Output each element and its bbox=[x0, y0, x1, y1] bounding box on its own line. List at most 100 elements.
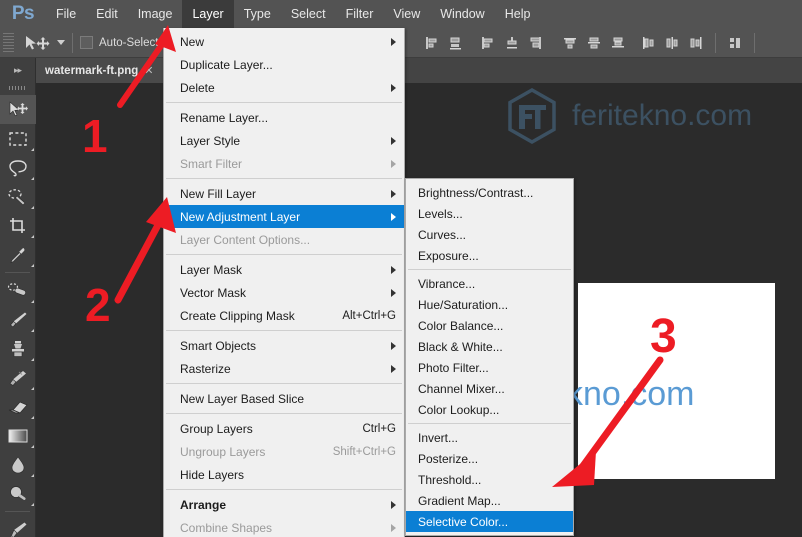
distribute-left-icon[interactable] bbox=[636, 32, 660, 54]
menu-file[interactable]: File bbox=[46, 0, 86, 28]
layer-menu-item-vector-mask[interactable]: Vector Mask bbox=[164, 281, 404, 304]
annotation-number-2: 2 bbox=[85, 279, 111, 331]
tool-history-brush[interactable] bbox=[0, 363, 36, 392]
menu-layer[interactable]: Layer bbox=[182, 0, 234, 28]
layer-menu-item-hide-layers[interactable]: Hide Layers bbox=[164, 463, 404, 486]
adjustment-item-vibrance[interactable]: Vibrance... bbox=[406, 273, 573, 294]
layer-menu-item-new-fill-layer[interactable]: New Fill Layer bbox=[164, 182, 404, 205]
menu-item-label: Group Layers bbox=[180, 421, 253, 436]
distribute-right-icon[interactable] bbox=[684, 32, 708, 54]
adjustment-item-hue-saturation[interactable]: Hue/Saturation... bbox=[406, 294, 573, 315]
submenu-separator bbox=[408, 269, 571, 270]
photoshop-window: Ps File Edit Image Layer Type Select Fil… bbox=[0, 0, 802, 537]
menu-type[interactable]: Type bbox=[234, 0, 281, 28]
tool-rectangular-marquee[interactable] bbox=[0, 124, 36, 153]
tool-expand-corner-icon bbox=[31, 445, 34, 448]
layer-menu-item-rename-layer[interactable]: Rename Layer... bbox=[164, 106, 404, 129]
menu-item-label: Combine Shapes bbox=[180, 520, 273, 535]
distribute-bottom-icon[interactable] bbox=[606, 32, 630, 54]
menu-help[interactable]: Help bbox=[495, 0, 541, 28]
align-top-edges-icon[interactable] bbox=[500, 32, 524, 54]
align-right-edges-icon[interactable] bbox=[476, 32, 500, 54]
adjustment-item-selective-color[interactable]: Selective Color... bbox=[406, 511, 573, 532]
layer-menu-item-arrange[interactable]: Arrange bbox=[164, 493, 404, 516]
layer-menu-item-new-layer-based-slice[interactable]: New Layer Based Slice bbox=[164, 387, 404, 410]
tool-gradient[interactable] bbox=[0, 421, 36, 450]
menu-separator bbox=[166, 383, 402, 384]
menu-item-label: Duplicate Layer... bbox=[180, 57, 273, 72]
chevron-right-icon bbox=[391, 136, 396, 145]
menu-filter[interactable]: Filter bbox=[336, 0, 384, 28]
layer-menu-item-layer-content-options: Layer Content Options... bbox=[164, 228, 404, 251]
menu-item-label: Ungroup Layers bbox=[180, 444, 266, 459]
tool-dodge[interactable] bbox=[0, 479, 36, 508]
auto-align-icon[interactable] bbox=[723, 32, 747, 54]
adjustment-item-black-white[interactable]: Black & White... bbox=[406, 336, 573, 357]
tool-preset-chevron-down-icon[interactable] bbox=[57, 40, 65, 45]
adjustment-item-levels[interactable]: Levels... bbox=[406, 203, 573, 224]
tool-eyedropper[interactable] bbox=[0, 240, 36, 269]
layer-menu-item-delete[interactable]: Delete bbox=[164, 76, 404, 99]
auto-select-checkbox[interactable] bbox=[80, 36, 93, 49]
distribute-top-icon[interactable] bbox=[558, 32, 582, 54]
adjustment-item-color-lookup[interactable]: Color Lookup... bbox=[406, 399, 573, 420]
submenu-item-label: Brightness/Contrast... bbox=[418, 185, 534, 200]
ft-hexagon-logo bbox=[508, 88, 556, 144]
menu-separator bbox=[166, 413, 402, 414]
menu-item-shortcut: Alt+Ctrl+G bbox=[342, 309, 396, 322]
align-horizontal-centers-icon[interactable] bbox=[444, 32, 468, 54]
tool-quick-selection[interactable] bbox=[0, 182, 36, 211]
tool-spot-healing-brush[interactable] bbox=[0, 276, 36, 305]
layer-menu-item-new-adjustment-layer[interactable]: New Adjustment Layer bbox=[164, 205, 404, 228]
tool-blur[interactable] bbox=[0, 450, 36, 479]
tools-panel-grip[interactable] bbox=[0, 83, 35, 93]
align-vertical-centers-icon[interactable] bbox=[524, 32, 548, 54]
tool-expand-corner-icon bbox=[31, 235, 34, 238]
distribute-horizontal-center-icon[interactable] bbox=[660, 32, 684, 54]
adjustment-item-gradient-map[interactable]: Gradient Map... bbox=[406, 490, 573, 511]
menu-separator bbox=[166, 489, 402, 490]
tool-clone-stamp[interactable] bbox=[0, 334, 36, 363]
layer-menu-item-layer-mask[interactable]: Layer Mask bbox=[164, 258, 404, 281]
document-tab[interactable]: watermark-ft.png ✕ bbox=[36, 58, 164, 83]
menu-select[interactable]: Select bbox=[281, 0, 336, 28]
tool-crop[interactable] bbox=[0, 211, 36, 240]
adjustment-item-color-balance[interactable]: Color Balance... bbox=[406, 315, 573, 336]
adjustment-item-photo-filter[interactable]: Photo Filter... bbox=[406, 357, 573, 378]
layer-menu-item-duplicate-layer[interactable]: Duplicate Layer... bbox=[164, 53, 404, 76]
menu-window[interactable]: Window bbox=[430, 0, 494, 28]
layer-menu-item-layer-style[interactable]: Layer Style bbox=[164, 129, 404, 152]
adjustment-item-exposure[interactable]: Exposure... bbox=[406, 245, 573, 266]
submenu-item-label: Posterize... bbox=[418, 451, 479, 466]
tool-lasso[interactable] bbox=[0, 153, 36, 182]
menu-edit[interactable]: Edit bbox=[86, 0, 128, 28]
layer-menu-item-smart-objects[interactable]: Smart Objects bbox=[164, 334, 404, 357]
watermark-overlay: feritekno.com bbox=[506, 88, 752, 144]
tool-brush[interactable] bbox=[0, 305, 36, 334]
adjustment-item-brightness-contrast[interactable]: Brightness/Contrast... bbox=[406, 182, 573, 203]
photoshop-logo: Ps bbox=[11, 3, 35, 24]
layer-menu-item-rasterize[interactable]: Rasterize bbox=[164, 357, 404, 380]
tool-move[interactable] bbox=[0, 95, 36, 124]
menu-item-label: New Adjustment Layer bbox=[180, 209, 301, 224]
menu-image[interactable]: Image bbox=[128, 0, 183, 28]
layer-menu-item-new[interactable]: New bbox=[164, 30, 404, 53]
adjustment-item-curves[interactable]: Curves... bbox=[406, 224, 573, 245]
tool-pen[interactable] bbox=[0, 515, 36, 537]
tool-eraser[interactable] bbox=[0, 392, 36, 421]
move-tool-icon[interactable] bbox=[20, 32, 54, 54]
options-bar-grip[interactable] bbox=[3, 32, 14, 53]
distribute-vertical-center-icon[interactable] bbox=[582, 32, 606, 54]
chevron-right-icon bbox=[391, 83, 396, 92]
adjustment-item-channel-mixer[interactable]: Channel Mixer... bbox=[406, 378, 573, 399]
layer-menu-item-create-clipping-mask[interactable]: Create Clipping Mask Alt+Ctrl+G bbox=[164, 304, 404, 327]
adjustment-item-threshold[interactable]: Threshold... bbox=[406, 469, 573, 490]
close-icon[interactable]: ✕ bbox=[144, 64, 153, 77]
panel-collapse-icon[interactable]: ▸▸ bbox=[0, 58, 36, 83]
annotation-number-1: 1 bbox=[82, 110, 108, 162]
align-left-edges-icon[interactable] bbox=[420, 32, 444, 54]
menu-view[interactable]: View bbox=[383, 0, 430, 28]
layer-menu-item-group-layers[interactable]: Group Layers Ctrl+G bbox=[164, 417, 404, 440]
adjustment-item-invert[interactable]: Invert... bbox=[406, 427, 573, 448]
adjustment-item-posterize[interactable]: Posterize... bbox=[406, 448, 573, 469]
